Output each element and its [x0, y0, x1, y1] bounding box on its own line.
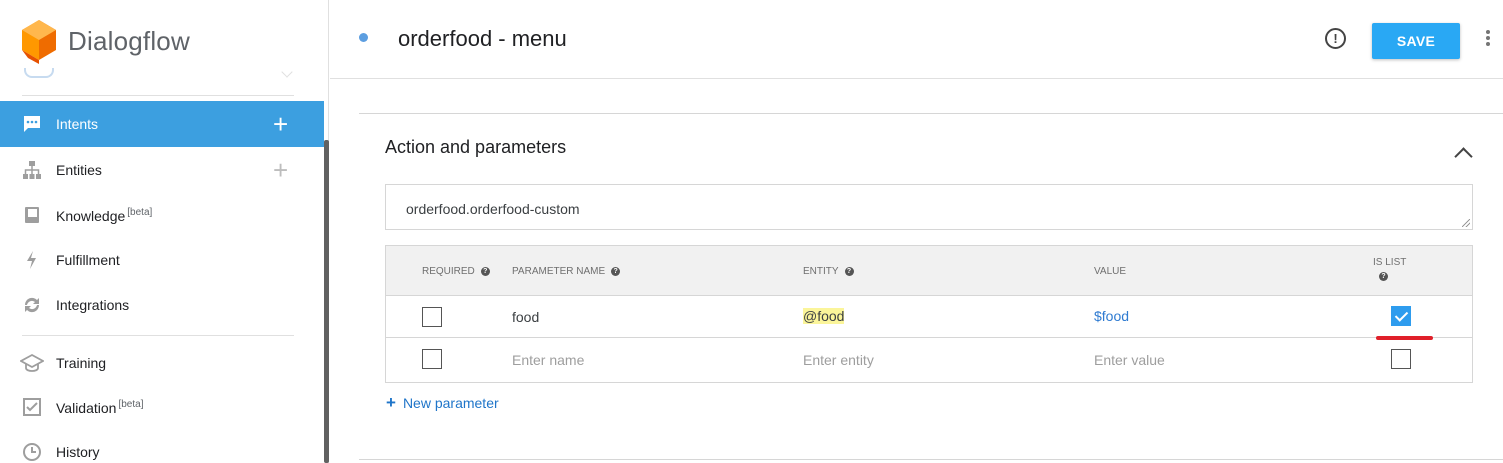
table-header: REQUIRED? PARAMETER NAME? ENTITY? VALUE …: [386, 246, 1472, 296]
beta-badge: [beta]: [127, 206, 153, 218]
new-parameter-link[interactable]: + New parameter: [386, 394, 499, 411]
plus-icon: +: [386, 393, 396, 412]
sidebar-scrollbar[interactable]: [324, 140, 329, 463]
graduation-cap-icon: [20, 351, 44, 375]
intent-title[interactable]: orderfood - menu: [398, 26, 567, 52]
resize-handle-icon[interactable]: [1462, 219, 1470, 227]
help-icon[interactable]: ?: [480, 267, 490, 276]
save-button[interactable]: SAVE: [1372, 23, 1460, 59]
app-name: Dialogflow: [68, 25, 190, 56]
help-icon[interactable]: ?: [844, 267, 854, 276]
unsaved-status-dot: [359, 33, 368, 42]
sidebar-divider: [22, 335, 294, 336]
add-entity-button[interactable]: +: [273, 157, 288, 183]
lightning-icon: [20, 248, 44, 272]
help-icon[interactable]: ?: [611, 267, 621, 276]
chevron-down-icon[interactable]: [281, 66, 293, 78]
check-box-icon: [20, 395, 44, 419]
sidebar-item-label: History: [56, 444, 100, 460]
column-header-parameter-name: PARAMETER NAME?: [512, 266, 621, 277]
sidebar-item-fulfillment[interactable]: Fulfillment: [0, 237, 324, 283]
column-header-is-list: IS LIST?: [1373, 257, 1407, 281]
parameter-name-cell[interactable]: food: [512, 309, 539, 325]
column-header-entity: ENTITY?: [803, 266, 854, 277]
sidebar-item-label: Training: [56, 355, 107, 371]
value-cell[interactable]: $food: [1094, 308, 1129, 324]
is-list-checkbox[interactable]: [1391, 349, 1411, 369]
add-intent-button[interactable]: +: [273, 111, 288, 137]
sidebar-item-knowledge[interactable]: Knowledge [beta]: [0, 192, 324, 238]
sync-icon: [20, 293, 44, 317]
section-title: Action and parameters: [385, 137, 567, 157]
section-divider: [359, 113, 1503, 114]
is-list-checkbox[interactable]: [1391, 306, 1411, 326]
agent-selector[interactable]: [24, 68, 54, 78]
dialogflow-logo-icon: [22, 20, 56, 64]
book-icon: [20, 203, 44, 227]
help-icon[interactable]: ?: [1379, 272, 1388, 281]
parameters-table: REQUIRED? PARAMETER NAME? ENTITY? VALUE …: [385, 245, 1473, 383]
beta-badge: [beta]: [118, 398, 144, 410]
entity-cell[interactable]: @food: [803, 308, 845, 324]
sidebar-item-label: Validation [beta]: [56, 398, 144, 416]
value-input[interactable]: Enter value: [1094, 352, 1165, 368]
required-checkbox[interactable]: [422, 349, 442, 369]
parameter-name-input[interactable]: Enter name: [512, 352, 584, 368]
hierarchy-icon: [20, 158, 44, 182]
sidebar-item-label: Knowledge [beta]: [56, 206, 153, 224]
sidebar-item-history[interactable]: History: [0, 429, 324, 463]
sidebar-item-training[interactable]: Training: [0, 340, 324, 386]
chat-bubble-icon: [20, 112, 44, 136]
column-header-required: REQUIRED?: [422, 266, 490, 277]
section-divider: [359, 459, 1503, 460]
action-name-value: orderfood.orderfood-custom: [406, 201, 580, 217]
page-header: orderfood - menu ! SAVE: [330, 0, 1503, 79]
chevron-up-icon[interactable]: [1454, 147, 1473, 166]
sidebar-item-label: Intents: [56, 116, 99, 132]
entity-input[interactable]: Enter entity: [803, 352, 874, 368]
sidebar-item-intents[interactable]: Intents +: [0, 101, 324, 147]
column-header-value: VALUE: [1094, 266, 1127, 277]
app-logo[interactable]: Dialogflow: [20, 18, 190, 64]
required-checkbox[interactable]: [422, 307, 442, 327]
action-name-field[interactable]: orderfood.orderfood-custom: [385, 184, 1473, 230]
table-row: Enter name Enter entity Enter value: [386, 338, 1472, 382]
sidebar-divider: [22, 95, 294, 96]
sidebar-item-label: Fulfillment: [56, 252, 120, 268]
sidebar-item-integrations[interactable]: Integrations: [0, 282, 324, 328]
info-icon[interactable]: !: [1325, 28, 1346, 49]
sidebar: Dialogflow Intents + Entities + Knowledg…: [0, 0, 329, 463]
annotation-underline: [1376, 336, 1433, 340]
new-parameter-label: New parameter: [402, 394, 499, 411]
sidebar-item-label: Integrations: [56, 297, 130, 313]
sidebar-item-validation[interactable]: Validation [beta]: [0, 384, 324, 430]
clock-icon: [20, 440, 44, 463]
sidebar-item-entities[interactable]: Entities +: [0, 147, 324, 193]
sidebar-item-label: Entities: [56, 162, 102, 178]
more-vert-icon[interactable]: [1486, 30, 1490, 48]
table-row: food @food $food: [386, 296, 1472, 338]
